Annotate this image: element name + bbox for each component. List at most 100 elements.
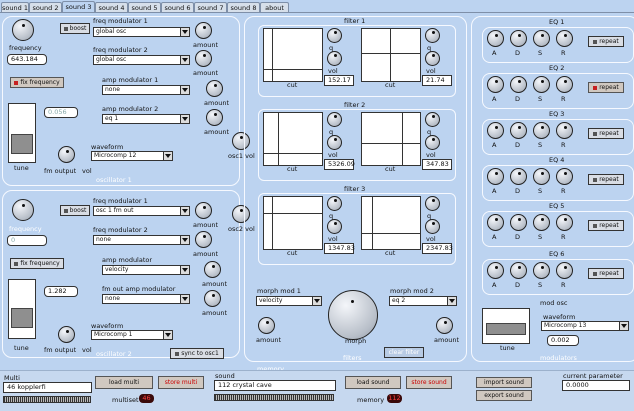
- morph-mod2-select[interactable]: eq 2: [389, 296, 457, 306]
- eq-a-knob[interactable]: [487, 168, 504, 185]
- amount-knob[interactable]: [195, 231, 212, 248]
- q-knob[interactable]: [327, 196, 342, 211]
- clear-filter-button[interactable]: clear filter: [384, 347, 424, 358]
- eq-s-knob[interactable]: [533, 30, 550, 47]
- eq-d-knob[interactable]: [510, 168, 527, 185]
- load-sound-button[interactable]: load sound: [345, 376, 401, 389]
- repeat-button[interactable]: repeat: [588, 174, 624, 185]
- tune-slider-handle[interactable]: [486, 323, 526, 335]
- eq-s-knob[interactable]: [533, 122, 550, 139]
- eq-a-knob[interactable]: [487, 30, 504, 47]
- q-knob[interactable]: [425, 112, 440, 127]
- boost-button[interactable]: boost: [60, 23, 90, 34]
- eq-d-knob[interactable]: [510, 76, 527, 93]
- multi-scroll-bar[interactable]: [3, 396, 91, 403]
- morph-mod1-select[interactable]: velocity: [256, 296, 322, 306]
- import-sound-button[interactable]: import sound: [476, 377, 532, 388]
- freq-mod1-select[interactable]: global osc: [93, 27, 190, 37]
- q-knob[interactable]: [327, 28, 342, 43]
- repeat-button[interactable]: repeat: [588, 82, 624, 93]
- eq-a-knob[interactable]: [487, 214, 504, 231]
- fix-frequency-button[interactable]: fix frequency: [10, 258, 64, 269]
- eq-d-knob[interactable]: [510, 30, 527, 47]
- multi-field[interactable]: 46 kopplerfi: [3, 382, 92, 393]
- mod-osc-waveform-select[interactable]: Microcomp 13: [541, 321, 629, 331]
- vol-knob[interactable]: [425, 135, 440, 150]
- amp-mod2-select[interactable]: eq 1: [102, 114, 190, 124]
- export-sound-button[interactable]: export sound: [476, 390, 532, 401]
- frequency-knob[interactable]: [12, 19, 34, 41]
- filter-value-field[interactable]: 2347.83: [422, 243, 453, 254]
- filter-response-graph[interactable]: [263, 196, 323, 250]
- filter-response-graph[interactable]: [361, 112, 421, 166]
- amount-knob[interactable]: [206, 80, 223, 97]
- mod-osc-tune-slider[interactable]: [482, 308, 530, 344]
- vol-knob[interactable]: [425, 219, 440, 234]
- repeat-button[interactable]: repeat: [588, 220, 624, 231]
- frequency-field[interactable]: 643.184: [7, 54, 47, 65]
- amount-knob[interactable]: [195, 50, 212, 67]
- filter-value-field[interactable]: 152.17: [324, 75, 354, 86]
- amount-knob[interactable]: [206, 109, 223, 126]
- tune-slider[interactable]: [8, 279, 36, 339]
- filter-value-field[interactable]: 5326.09: [324, 159, 355, 170]
- repeat-button[interactable]: repeat: [588, 36, 624, 47]
- q-knob[interactable]: [327, 112, 342, 127]
- morph-knob[interactable]: [328, 290, 378, 340]
- filter-response-graph[interactable]: [263, 112, 323, 166]
- mod-osc-value-field[interactable]: 0.002: [547, 335, 579, 346]
- sound-field[interactable]: 112 crystal cave: [214, 380, 336, 391]
- repeat-button[interactable]: repeat: [588, 128, 624, 139]
- eq-a-knob[interactable]: [487, 262, 504, 279]
- eq-s-knob[interactable]: [533, 168, 550, 185]
- q-knob[interactable]: [425, 196, 440, 211]
- store-sound-button[interactable]: store sound: [406, 376, 452, 389]
- waveform-select[interactable]: Microcomp 1: [91, 330, 173, 340]
- filter-value-field[interactable]: 347.83: [422, 159, 452, 170]
- amp-mod1-select[interactable]: none: [102, 85, 190, 95]
- eq-s-knob[interactable]: [533, 214, 550, 231]
- eq-r-knob[interactable]: [556, 76, 573, 93]
- vol-knob[interactable]: [327, 51, 342, 66]
- load-multi-button[interactable]: load multi: [95, 376, 153, 389]
- q-knob[interactable]: [425, 28, 440, 43]
- tune-slider-handle[interactable]: [11, 308, 33, 328]
- fm-output-knob[interactable]: [58, 146, 75, 163]
- freq-mod2-select[interactable]: global osc: [93, 55, 190, 65]
- eq-a-knob[interactable]: [487, 122, 504, 139]
- tune-slider-handle[interactable]: [11, 134, 33, 154]
- frequency-knob[interactable]: [12, 199, 34, 221]
- fm-output-knob[interactable]: [58, 326, 75, 343]
- eq-r-knob[interactable]: [556, 214, 573, 231]
- store-multi-button[interactable]: store multi: [158, 376, 204, 389]
- tune-slider[interactable]: [8, 103, 36, 163]
- vol-knob[interactable]: [327, 219, 342, 234]
- boost-button[interactable]: boost: [60, 205, 90, 216]
- eq-r-knob[interactable]: [556, 262, 573, 279]
- amp-mod-select[interactable]: velocity: [102, 265, 190, 275]
- eq-r-knob[interactable]: [556, 122, 573, 139]
- eq-d-knob[interactable]: [510, 262, 527, 279]
- amount-knob[interactable]: [195, 202, 212, 219]
- amount-knob[interactable]: [204, 261, 221, 278]
- fix-frequency-button[interactable]: fix frequency: [10, 77, 64, 88]
- repeat-button[interactable]: repeat: [588, 268, 624, 279]
- fix-value-field[interactable]: 1.282: [44, 286, 78, 297]
- amount-knob[interactable]: [195, 22, 212, 39]
- eq-s-knob[interactable]: [533, 262, 550, 279]
- sound-scroll-bar[interactable]: [214, 394, 334, 401]
- vol-knob[interactable]: [425, 51, 440, 66]
- eq-r-knob[interactable]: [556, 168, 573, 185]
- frequency-field[interactable]: 0: [7, 235, 47, 246]
- filter-response-graph[interactable]: [361, 28, 421, 82]
- filter-response-graph[interactable]: [263, 28, 323, 82]
- sync-to-osc1-button[interactable]: sync to osc1: [170, 348, 224, 359]
- eq-s-knob[interactable]: [533, 76, 550, 93]
- filter-response-graph[interactable]: [361, 196, 421, 250]
- morph-mod2-amount-knob[interactable]: [436, 317, 453, 334]
- filter-value-field[interactable]: 21.74: [422, 75, 452, 86]
- eq-a-knob[interactable]: [487, 76, 504, 93]
- amount-knob[interactable]: [204, 290, 221, 307]
- waveform-select[interactable]: Microcomp 12: [91, 151, 173, 161]
- vol-knob[interactable]: [327, 135, 342, 150]
